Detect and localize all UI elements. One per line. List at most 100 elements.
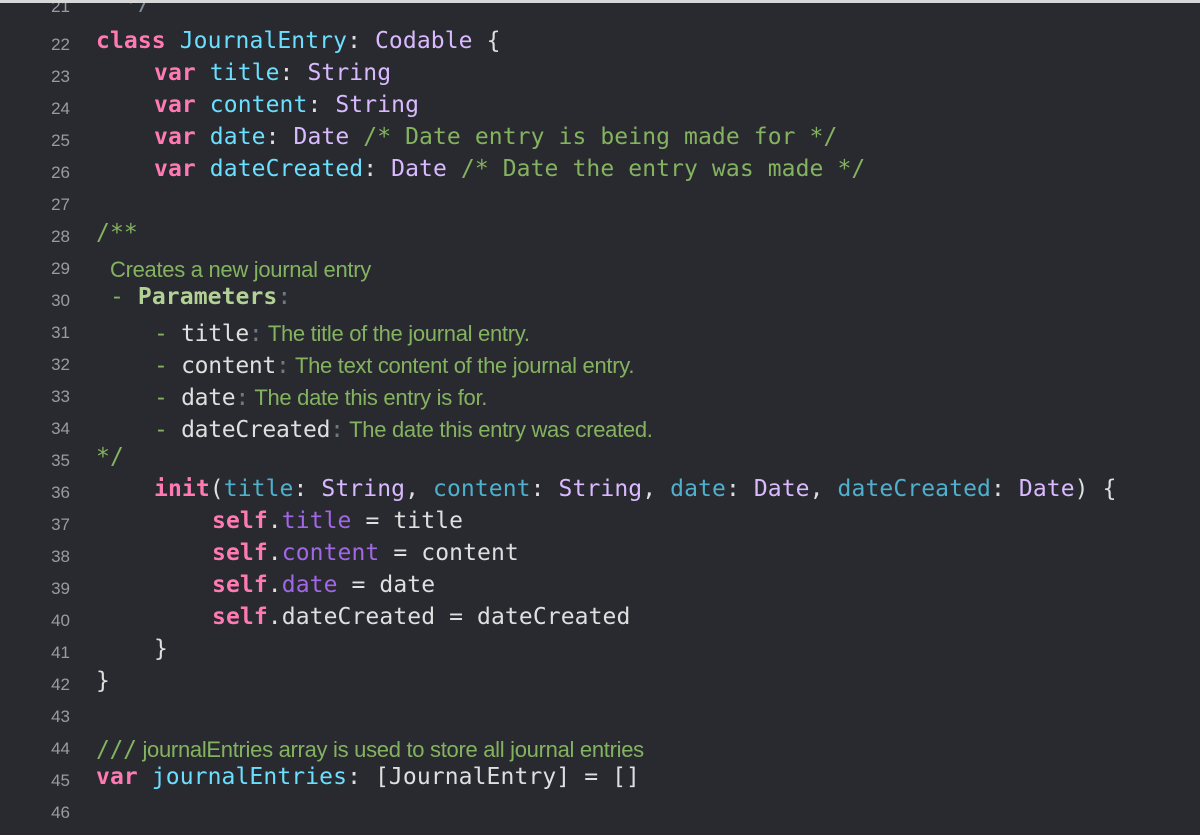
colon: : (347, 764, 362, 790)
code-line-41[interactable]: 41 } (0, 635, 1200, 667)
code-line-23[interactable]: 23 var title: String (0, 59, 1200, 91)
line-number: 41 (51, 643, 70, 662)
empty-array-literal: [] (612, 764, 641, 790)
code-line-33[interactable]: 33 - date: The date this entry is for. (0, 379, 1200, 411)
code-line-21[interactable]: 21 */ (0, 0, 1200, 21)
line-number: 42 (51, 675, 70, 694)
code-line-27[interactable]: 27 (0, 187, 1200, 219)
variable-name: journalEntries (151, 764, 348, 790)
code-line-29[interactable]: 29 Creates a new journal entry (0, 251, 1200, 283)
value-reference: date (379, 572, 436, 598)
colon: : (248, 321, 263, 347)
line-number: 33 (51, 387, 70, 406)
doc-line-text: journalEntries array is used to store al… (142, 737, 644, 762)
doc-param-name: title (181, 321, 249, 347)
code-line-30[interactable]: 30 - Parameters: (0, 283, 1200, 315)
code-line-24[interactable]: 24 var content: String (0, 91, 1200, 123)
keyword-init: init (154, 476, 210, 502)
code-line-22[interactable]: 22 class JournalEntry: Codable { (0, 27, 1200, 59)
keyword-var: var (96, 764, 138, 790)
code-line-31[interactable]: 31 - title: The title of the journal ent… (0, 315, 1200, 347)
line-number: 38 (51, 547, 70, 566)
code-line-25[interactable]: 25 var date: Date /* Date entry is being… (0, 123, 1200, 155)
doc-dash: - (154, 385, 168, 411)
property-reference: date (281, 572, 338, 598)
colon: : (275, 353, 290, 379)
doc-comment-close: */ (96, 444, 124, 470)
comma: , (809, 476, 824, 502)
colon: : (725, 476, 740, 502)
keyword-var: var (154, 156, 196, 182)
line-number: 26 (51, 163, 70, 182)
close-bracket: ] (556, 764, 571, 790)
close-brace: } (154, 636, 168, 662)
keyword-self: self (212, 604, 268, 630)
code-line-45[interactable]: 45 var journalEntries: [JournalEntry] = … (0, 763, 1200, 795)
param-label: title (223, 476, 294, 502)
keyword-var: var (154, 124, 196, 150)
line-number: 37 (51, 515, 70, 534)
open-bracket: [ (374, 764, 389, 790)
doc-summary: Creates a new journal entry (110, 257, 371, 282)
line-number: 22 (51, 35, 70, 54)
doc-param-description: The text content of the journal entry. (294, 353, 635, 378)
type-name: Date (753, 476, 810, 502)
code-line-38[interactable]: 38 self.content = content (0, 539, 1200, 571)
equals: = (449, 604, 464, 630)
line-number: 34 (51, 419, 70, 438)
code-line-39[interactable]: 39 self.date = date (0, 571, 1200, 603)
type-name: String (558, 476, 643, 502)
colon: : (307, 92, 322, 118)
code-line-34[interactable]: 34 - dateCreated: The date this entry wa… (0, 411, 1200, 443)
line-number: 31 (51, 323, 70, 342)
doc-param-name: date (181, 385, 236, 411)
property-reference: content (281, 540, 380, 566)
line-number: 27 (51, 195, 70, 214)
line-number: 35 (51, 451, 70, 470)
code-line-32[interactable]: 32 - content: The text content of the jo… (0, 347, 1200, 379)
code-editor[interactable]: 21 */ 22 class JournalEntry: Codable { 2… (0, 0, 1200, 835)
line-number: 44 (51, 739, 70, 758)
colon: : (330, 417, 344, 443)
colon: : (347, 28, 362, 54)
code-line-28[interactable]: 28 /** (0, 219, 1200, 251)
dot: . (267, 604, 282, 630)
line-number: 39 (51, 579, 70, 598)
line-number: 30 (51, 291, 70, 310)
code-line-40[interactable]: 40 self.dateCreated = dateCreated (0, 603, 1200, 635)
line-number: 32 (51, 355, 70, 374)
line-number: 45 (51, 771, 70, 790)
code-line-46[interactable]: 46 (0, 795, 1200, 827)
param-label: dateCreated (837, 476, 991, 502)
doc-param-description: The date this entry was created. (349, 417, 653, 442)
type-name: String (335, 92, 420, 118)
doc-param-name: content (181, 353, 276, 379)
inline-comment: /* Date entry is being made for */ (363, 124, 838, 150)
code-line-44[interactable]: 44 /// journalEntries array is used to s… (0, 731, 1200, 763)
doc-param-name: dateCreated (181, 417, 331, 443)
doc-parameters-label: Parameters (137, 284, 278, 310)
code-line-43[interactable]: 43 (0, 699, 1200, 731)
code-line-42[interactable]: 42 } (0, 667, 1200, 699)
code-line-35[interactable]: 35 */ (0, 443, 1200, 475)
line-number: 36 (51, 483, 70, 502)
dot: . (267, 508, 282, 534)
property-name: content (209, 92, 308, 118)
property-reference: dateCreated (281, 604, 436, 630)
doc-dash: - (154, 417, 168, 443)
line-number: 28 (51, 227, 70, 246)
comment-end: */ (123, 0, 152, 16)
doc-dash: - (154, 353, 168, 379)
open-brace: { (486, 28, 501, 54)
code-line-26[interactable]: 26 var dateCreated: Date /* Date the ent… (0, 155, 1200, 187)
property-name: dateCreated (209, 156, 364, 182)
code-line-36[interactable]: 36 init(title: String, content: String, … (0, 475, 1200, 507)
inline-comment: /* Date the entry was made */ (460, 156, 866, 182)
doc-slashes: /// (96, 737, 137, 763)
equals: = (365, 508, 380, 534)
code-line-37[interactable]: 37 self.title = title (0, 507, 1200, 539)
doc-dash: - (154, 321, 168, 347)
dot: . (267, 572, 282, 598)
param-label: date (670, 476, 726, 502)
open-brace: { (1102, 476, 1117, 502)
